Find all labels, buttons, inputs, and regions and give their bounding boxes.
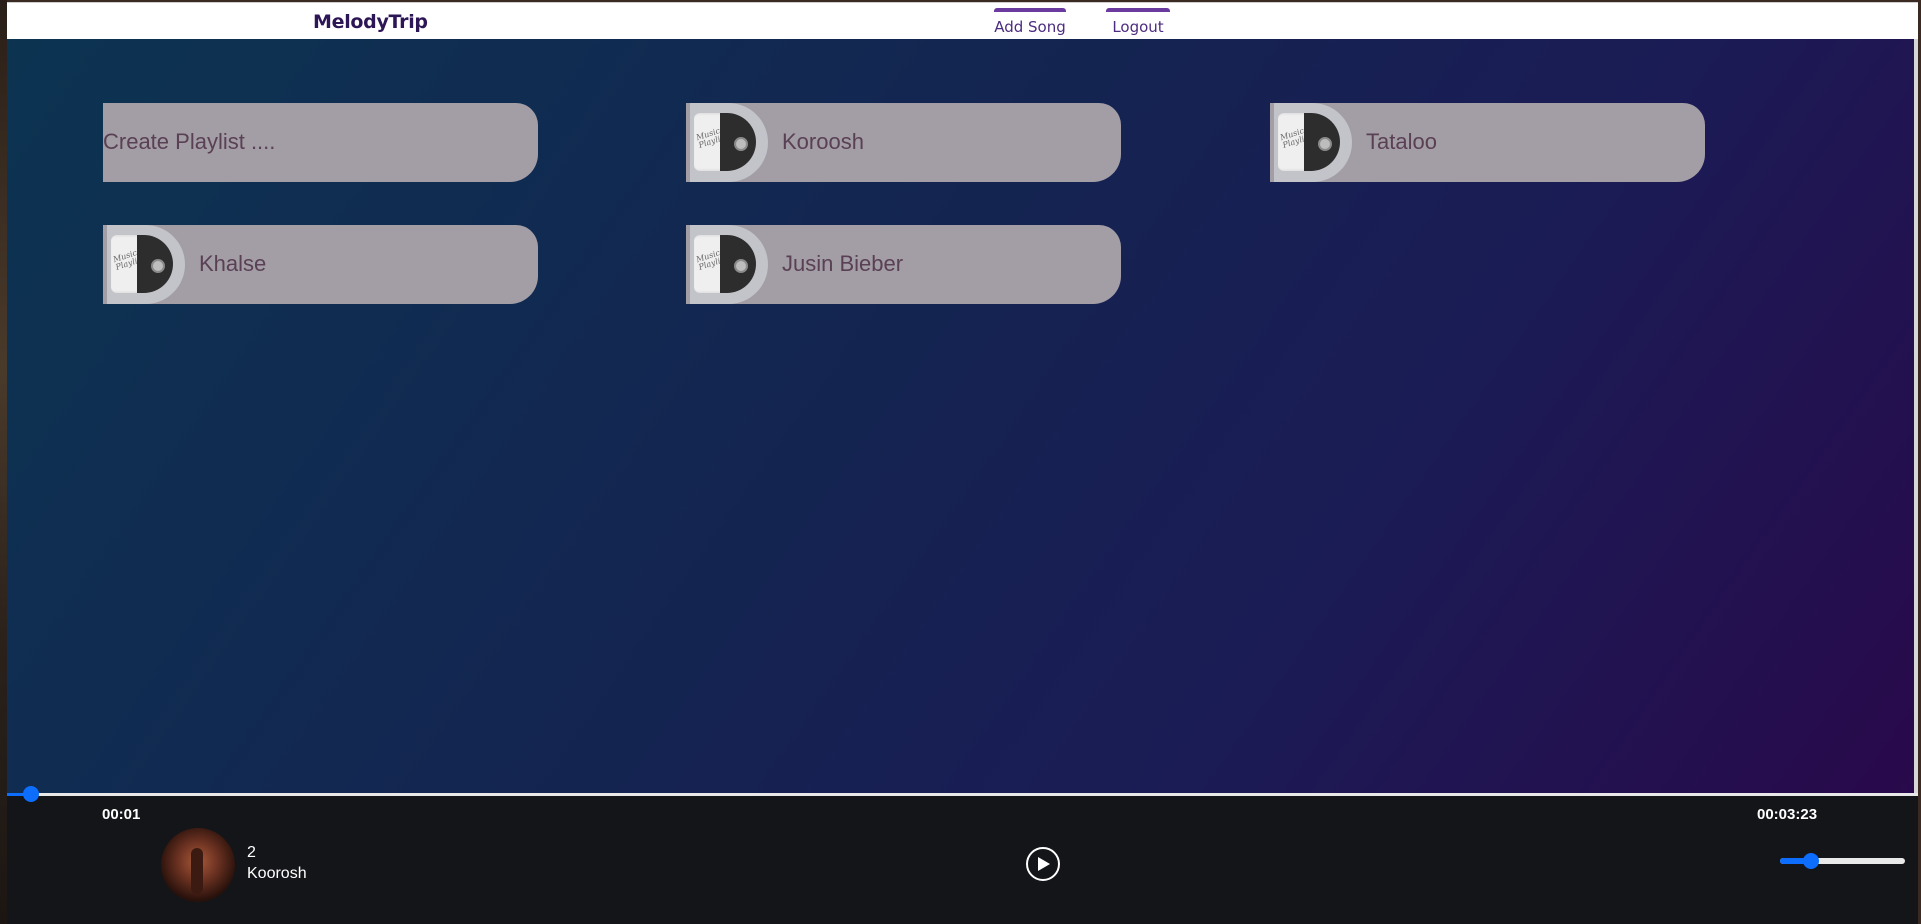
playlist-name: Jusin Bieber xyxy=(782,251,904,276)
create-playlist-label: Create Playlist .... xyxy=(103,129,276,154)
seek-handle[interactable] xyxy=(23,786,39,802)
track-title: 2 xyxy=(247,844,256,861)
logout-link[interactable]: Logout xyxy=(1106,8,1170,40)
playlist-area: Create Playlist .... Music Playlist Koro… xyxy=(7,39,1918,793)
music-player-bar: 00:01 00:03:23 2 Koorosh xyxy=(7,786,1918,924)
volume-slider[interactable] xyxy=(1780,853,1905,869)
playlist-name: Khalse xyxy=(199,251,267,276)
playlist-card[interactable]: Music Playlist Tataloo xyxy=(1270,103,1705,182)
add-song-link[interactable]: Add Song xyxy=(994,8,1066,40)
play-button[interactable] xyxy=(1026,847,1060,881)
vertical-scrollbar[interactable] xyxy=(1914,39,1918,793)
app-window: MelodyTrip Add Song Logout Create Playli… xyxy=(0,0,1921,924)
playlist-thumbnail-icon: Music Playlist xyxy=(690,225,768,304)
top-navbar: MelodyTrip Add Song Logout xyxy=(7,2,1918,39)
playlist-card[interactable]: Music Playlist Koroosh xyxy=(686,103,1121,182)
album-cover xyxy=(161,828,235,902)
current-time: 00:01 xyxy=(102,806,141,823)
playlist-thumbnail-icon: Music Playlist xyxy=(1274,103,1352,182)
playlist-card[interactable]: Music Playlist Jusin Bieber xyxy=(686,225,1121,304)
total-duration: 00:03:23 xyxy=(1757,806,1818,823)
playlist-name: Tataloo xyxy=(1366,129,1437,154)
playlist-thumbnail-icon: Music Playlist xyxy=(690,103,768,182)
play-icon xyxy=(1038,857,1050,871)
window-edge xyxy=(0,0,7,924)
brand-logo[interactable]: MelodyTrip xyxy=(313,11,428,33)
seek-bar[interactable] xyxy=(7,786,1918,802)
playlist-thumbnail-icon: Music Playlist xyxy=(107,225,185,304)
playlist-card[interactable]: Music Playlist Khalse xyxy=(103,225,538,304)
volume-handle[interactable] xyxy=(1803,853,1820,869)
track-artist: Koorosh xyxy=(247,865,307,882)
playlist-name: Koroosh xyxy=(782,129,864,154)
create-playlist-card[interactable]: Create Playlist .... xyxy=(103,103,538,182)
